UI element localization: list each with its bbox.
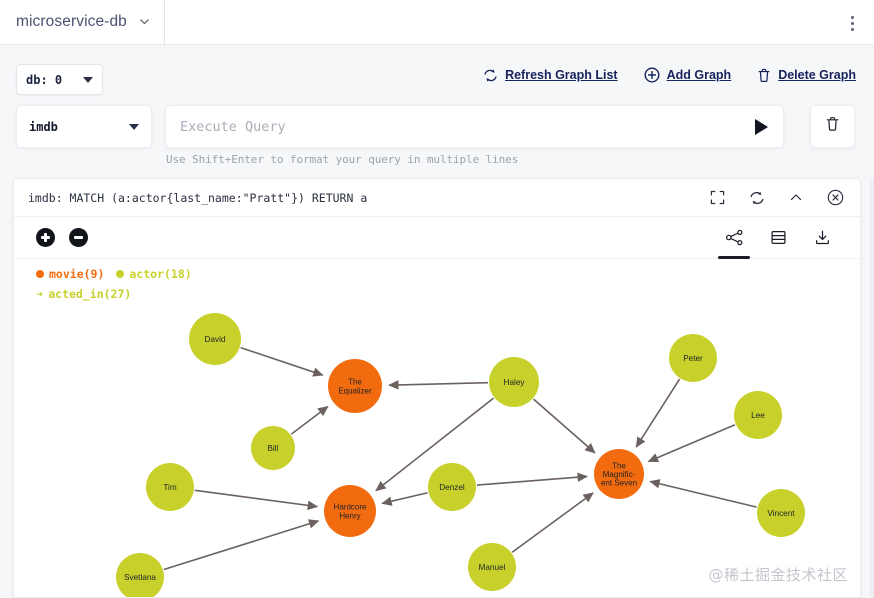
- graph-view-tab[interactable]: [712, 217, 756, 259]
- view-mode-tabs: [712, 217, 860, 259]
- clear-query-button[interactable]: [810, 105, 855, 148]
- node-circle[interactable]: [757, 489, 805, 537]
- node-circle[interactable]: [146, 463, 194, 511]
- graph-edge[interactable]: [389, 383, 488, 385]
- graph-edge[interactable]: [534, 399, 595, 453]
- download-tab[interactable]: [800, 217, 844, 259]
- graph-visualization[interactable]: David TheEqualizer Bill Tim Svetlana Hardcore…: [14, 259, 860, 597]
- graph-edge[interactable]: [636, 379, 679, 447]
- db-index-value: db: 0: [26, 73, 62, 87]
- node-circle[interactable]: [328, 359, 382, 413]
- panel-scrollbar[interactable]: [870, 178, 874, 598]
- query-row: imdb Use Shift+Enter to format your quer…: [0, 101, 874, 167]
- table-icon: [770, 229, 787, 246]
- query-result-panel: imdb: MATCH (a:actor{last_name:"Pratt"})…: [13, 178, 861, 598]
- graph-node-peter[interactable]: Peter: [669, 334, 717, 382]
- top-header-bar: microservice-db: [0, 0, 874, 45]
- graph-edge[interactable]: [291, 407, 328, 435]
- query-input[interactable]: [166, 119, 739, 135]
- graph-actions-row: db: 0 Refresh Graph List: [0, 45, 874, 101]
- result-panel-header: imdb: MATCH (a:actor{last_name:"Pratt"})…: [14, 179, 860, 217]
- graph-node-manuel[interactable]: Manuel: [468, 543, 516, 591]
- zoom-controls: [14, 228, 88, 247]
- node-circle[interactable]: [468, 543, 516, 591]
- graph-node-denzel[interactable]: Denzel: [428, 463, 476, 511]
- graph-database-app: microservice-db db: 0: [0, 0, 874, 598]
- node-circle[interactable]: [734, 391, 782, 439]
- chevron-up-icon[interactable]: [789, 192, 803, 204]
- graph-node-tim[interactable]: Tim: [146, 463, 194, 511]
- add-graph-label: Add Graph: [667, 68, 732, 82]
- trash-icon: [757, 68, 771, 83]
- result-panel-controls: [710, 189, 860, 206]
- graph-edge[interactable]: [512, 493, 593, 552]
- graph-node-haley[interactable]: Haley: [489, 357, 539, 407]
- node-layer: David TheEqualizer Bill Tim Svetlana Hardcore…: [116, 313, 805, 597]
- refresh-icon: [483, 68, 498, 83]
- add-graph-button[interactable]: Add Graph: [644, 67, 732, 83]
- download-icon: [814, 229, 831, 246]
- graph-edge[interactable]: [648, 425, 735, 462]
- graph-select-value: imdb: [29, 120, 58, 134]
- trash-icon: [825, 116, 840, 137]
- edge-layer: [164, 348, 757, 570]
- delete-graph-label: Delete Graph: [778, 68, 856, 82]
- chevron-down-icon[interactable]: [139, 16, 150, 27]
- graph-edge[interactable]: [382, 493, 428, 504]
- query-hint-text: Use Shift+Enter to format your query in …: [166, 153, 518, 166]
- graph-node-vincent[interactable]: Vincent: [757, 489, 805, 537]
- graph-node-magnificent[interactable]: TheMagnific-ent Seven: [594, 449, 644, 499]
- graph-edge[interactable]: [195, 490, 318, 506]
- refresh-graph-list-label: Refresh Graph List: [505, 68, 618, 82]
- delete-graph-button[interactable]: Delete Graph: [757, 68, 856, 83]
- site-watermark: @稀土掘金技术社区: [708, 564, 848, 585]
- node-circle[interactable]: [489, 357, 539, 407]
- refresh-icon[interactable]: [749, 190, 765, 206]
- zoom-out-button[interactable]: [69, 228, 88, 247]
- graph-node-lee[interactable]: Lee: [734, 391, 782, 439]
- graph-node-david[interactable]: David: [189, 313, 241, 365]
- close-circle-icon[interactable]: [827, 189, 844, 206]
- graph-icon: [725, 228, 744, 247]
- caret-down-icon: [83, 77, 93, 83]
- caret-down-icon: [129, 124, 139, 130]
- node-circle[interactable]: [594, 449, 644, 499]
- graph-toolbar: [14, 217, 860, 259]
- refresh-graph-list-button[interactable]: Refresh Graph List: [483, 68, 618, 83]
- node-circle[interactable]: [116, 553, 164, 597]
- graph-node-bill[interactable]: Bill: [251, 426, 295, 470]
- graph-edge[interactable]: [241, 348, 323, 376]
- graph-node-svetlana[interactable]: Svetlana: [116, 553, 164, 597]
- node-circle[interactable]: [189, 313, 241, 365]
- graph-canvas[interactable]: David TheEqualizer Bill Tim Svetlana Hardcore…: [14, 259, 860, 597]
- graph-edge[interactable]: [477, 476, 587, 485]
- graph-select-dropdown[interactable]: imdb: [16, 105, 152, 148]
- db-index-dropdown[interactable]: db: 0: [16, 64, 103, 95]
- node-circle[interactable]: [669, 334, 717, 382]
- run-query-button[interactable]: [739, 105, 783, 148]
- node-circle[interactable]: [251, 426, 295, 470]
- node-circle[interactable]: [428, 463, 476, 511]
- graph-node-equalizer[interactable]: TheEqualizer: [328, 359, 382, 413]
- play-icon: [755, 119, 768, 135]
- query-input-box: [165, 105, 784, 148]
- graph-action-links: Refresh Graph List Add Graph: [483, 67, 856, 83]
- graph-edge[interactable]: [650, 481, 757, 507]
- result-query-text: imdb: MATCH (a:actor{last_name:"Pratt"})…: [14, 191, 367, 205]
- graph-edge[interactable]: [164, 521, 319, 570]
- zoom-in-button[interactable]: [36, 228, 55, 247]
- database-name-label: microservice-db: [16, 13, 127, 31]
- fullscreen-icon[interactable]: [710, 190, 725, 205]
- table-view-tab[interactable]: [756, 217, 800, 259]
- plus-circle-icon: [644, 67, 660, 83]
- graph-node-hardcore[interactable]: HardcoreHenry: [324, 485, 376, 537]
- kebab-menu-icon[interactable]: [840, 10, 864, 36]
- database-selector[interactable]: microservice-db: [0, 0, 165, 45]
- node-circle[interactable]: [324, 485, 376, 537]
